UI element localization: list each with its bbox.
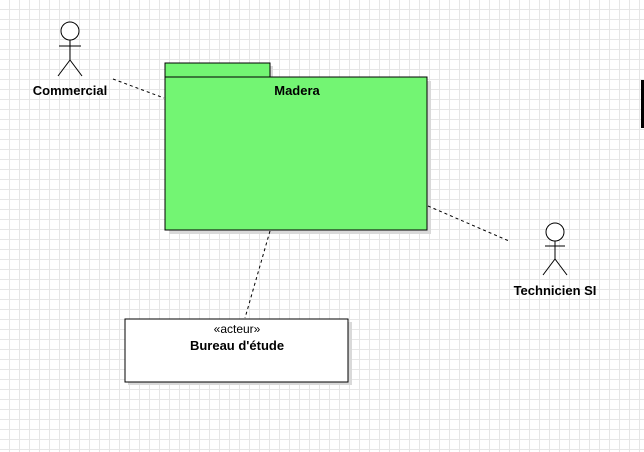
actor-right-leg [69, 59, 83, 77]
class-name: Bureau d'étude [189, 338, 285, 353]
actor-head [545, 222, 565, 242]
actor-label-commercial: Commercial [32, 83, 108, 98]
actor-technicien-si[interactable] [542, 222, 568, 276]
association-technicien-madera[interactable] [427, 205, 510, 242]
diagram-canvas [57, 21, 568, 385]
actor-commercial[interactable] [57, 21, 83, 77]
association-commercial-madera[interactable] [112, 78, 165, 99]
actor-label-technicien-si: Technicien SI [513, 283, 597, 298]
class-stereotype: «acteur» [213, 322, 261, 336]
package-tab[interactable] [164, 62, 271, 78]
association-bureau-madera[interactable] [244, 230, 271, 319]
package-name: Madera [274, 83, 320, 98]
actor-head [60, 21, 80, 41]
actor-left-leg [542, 258, 556, 276]
actor-left-leg [57, 59, 71, 77]
actor-right-leg [554, 258, 568, 276]
package-madera[interactable] [164, 76, 428, 231]
